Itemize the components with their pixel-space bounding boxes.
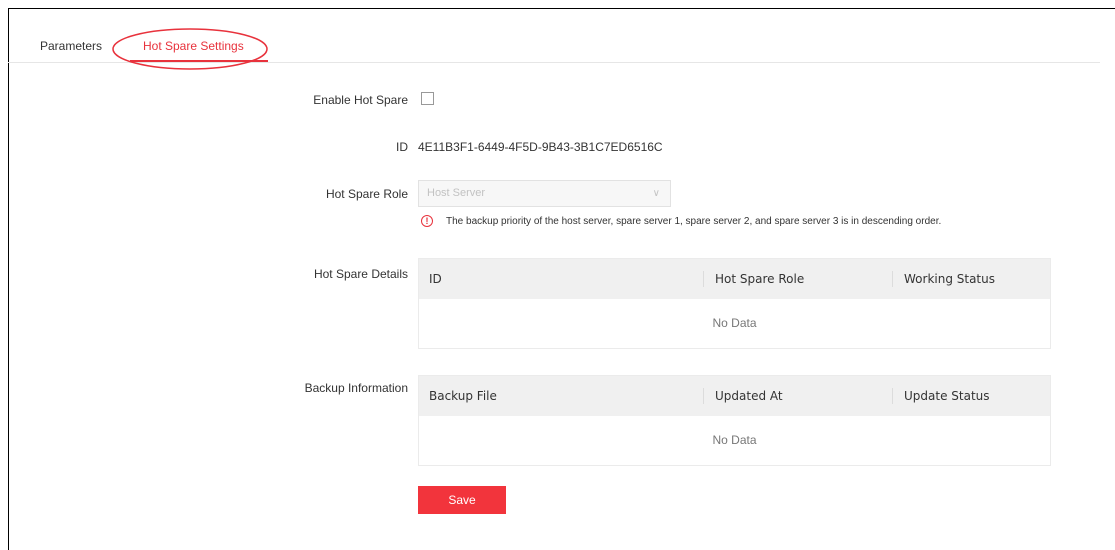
backup-information-label: Backup Information bbox=[304, 381, 408, 395]
chevron-down-icon: ∨ bbox=[652, 188, 660, 199]
active-tab-indicator bbox=[130, 60, 268, 62]
table-header: Backup File Updated At Update Status bbox=[419, 376, 1050, 416]
role-priority-note: The backup priority of the host server, … bbox=[446, 216, 942, 227]
column-divider bbox=[703, 388, 704, 404]
tab-hot-spare-settings[interactable]: Hot Spare Settings bbox=[143, 39, 244, 53]
enable-hot-spare-label: Enable Hot Spare bbox=[313, 93, 408, 107]
enable-hot-spare-checkbox[interactable] bbox=[421, 92, 434, 105]
hot-spare-role-value: Host Server bbox=[427, 187, 486, 199]
hot-spare-role-label: Hot Spare Role bbox=[325, 187, 408, 201]
column-header-backup-file: Backup File bbox=[429, 389, 497, 403]
empty-state-text: No Data bbox=[712, 433, 757, 447]
exclamation-circle-icon: ! bbox=[421, 215, 433, 227]
tab-parameters[interactable]: Parameters bbox=[40, 39, 102, 53]
column-header-update-status: Update Status bbox=[904, 389, 990, 403]
hot-spare-details-table: ID Hot Spare Role Working Status No Data bbox=[418, 258, 1051, 349]
table-body: No Data bbox=[419, 416, 1050, 465]
tab-bar: Parameters Hot Spare Settings bbox=[8, 30, 1100, 63]
column-divider bbox=[892, 388, 893, 404]
hot-spare-details-label: Hot Spare Details bbox=[313, 267, 408, 281]
empty-state-text: No Data bbox=[712, 316, 757, 330]
column-divider bbox=[892, 271, 893, 287]
hot-spare-role-select[interactable]: Host Server ∨ bbox=[418, 180, 671, 207]
column-divider bbox=[703, 271, 704, 287]
column-header-updated-at: Updated At bbox=[715, 389, 783, 403]
id-label: ID bbox=[396, 140, 408, 154]
table-body: No Data bbox=[419, 299, 1050, 348]
column-header-id: ID bbox=[429, 272, 442, 286]
column-header-working-status: Working Status bbox=[904, 272, 995, 286]
backup-information-table: Backup File Updated At Update Status No … bbox=[418, 375, 1051, 466]
save-button[interactable]: Save bbox=[418, 486, 506, 514]
table-header: ID Hot Spare Role Working Status bbox=[419, 259, 1050, 299]
column-header-hot-spare-role: Hot Spare Role bbox=[715, 272, 805, 286]
id-value: 4E11B3F1-6449-4F5D-9B43-3B1C7ED6516C bbox=[418, 140, 663, 154]
